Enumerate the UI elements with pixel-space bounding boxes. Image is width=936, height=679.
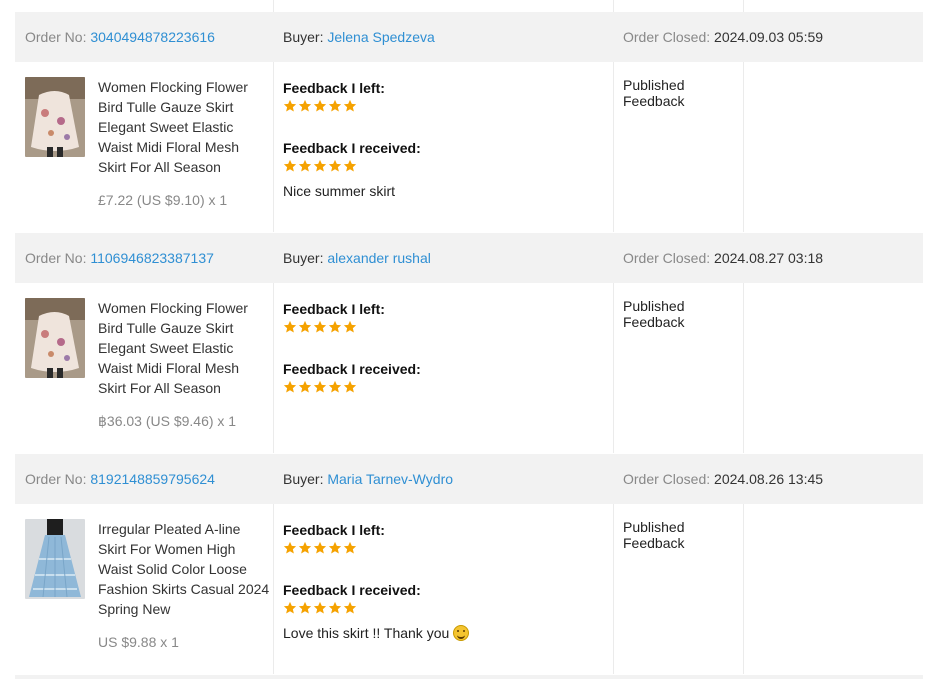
order-closed: Order Closed: 2024.08.27 03:18	[623, 250, 824, 266]
star-icon	[298, 380, 312, 393]
order-number: Order No: 1106946823387137	[25, 250, 214, 266]
star-icon	[283, 159, 297, 172]
buyer: Buyer: Jelena Spedzeva	[283, 29, 435, 45]
star-icon	[283, 380, 297, 393]
star-icon	[343, 320, 357, 333]
buyer-link[interactable]: Jelena Spedzeva	[327, 29, 434, 45]
star-rating	[283, 159, 603, 175]
star-icon	[328, 159, 342, 172]
buyer-link[interactable]: Maria Tarnev-Wydro	[327, 471, 453, 487]
star-icon	[313, 601, 327, 614]
product-title-link[interactable]: Irregular Pleated A-line Skirt For Women…	[98, 519, 270, 619]
order-card: Order No: 8192148859795624 Buyer: Maria …	[15, 454, 923, 675]
star-icon	[298, 601, 312, 614]
order-number-link[interactable]: 8192148859795624	[90, 471, 215, 487]
feedback-status: Published Feedback	[623, 519, 685, 551]
order-number: Order No: 8192148859795624	[25, 471, 215, 487]
product-thumbnail[interactable]	[25, 519, 85, 599]
order-closed-date: 2024.09.03 05:59	[714, 29, 824, 45]
product-title-link[interactable]: Women Flocking Flower Bird Tulle Gauze S…	[98, 77, 270, 177]
feedback-left: Feedback I left:	[283, 79, 603, 115]
product-price: ฿36.03 (US $9.46) x 1	[98, 413, 237, 429]
order-body: Irregular Pleated A-line Skirt For Women…	[15, 504, 923, 675]
previous-row-tail	[15, 0, 923, 12]
star-rating	[283, 320, 603, 336]
star-icon	[313, 380, 327, 393]
feedback-left: Feedback I left:	[283, 300, 603, 336]
star-icon	[343, 380, 357, 393]
feedback-status: Published Feedback	[623, 298, 685, 330]
star-icon	[328, 320, 342, 333]
star-icon	[313, 541, 327, 554]
star-icon	[283, 99, 297, 112]
order-card: Order No: 1106946823387137 Buyer: alexan…	[15, 233, 923, 454]
order-closed: Order Closed: 2024.08.26 13:45	[623, 471, 824, 487]
order-number-link[interactable]: 3040494878223616	[90, 29, 215, 45]
star-icon	[313, 99, 327, 112]
product-price: £7.22 (US $9.10) x 1	[98, 192, 228, 208]
star-icon	[298, 159, 312, 172]
feedback-received: Feedback I received: Love this skirt !! …	[283, 581, 603, 642]
order-body: Women Flocking Flower Bird Tulle Gauze S…	[15, 62, 923, 233]
feedback-left: Feedback I left:	[283, 521, 603, 557]
buyer: Buyer: Maria Tarnev-Wydro	[283, 471, 454, 487]
star-icon	[328, 601, 342, 614]
product-thumbnail[interactable]	[25, 77, 85, 157]
buyer-link[interactable]: alexander rushal	[327, 250, 431, 266]
feedback-received: Feedback I received:	[283, 360, 603, 396]
order-header: Order No: 3040494878223616 Buyer: Jelena…	[15, 12, 923, 62]
order-number-link[interactable]: 1106946823387137	[90, 250, 214, 266]
order-header: Order No: 1106946823387137 Buyer: alexan…	[15, 233, 923, 283]
star-icon	[328, 380, 342, 393]
star-icon	[283, 601, 297, 614]
order-closed-date: 2024.08.26 13:45	[714, 471, 824, 487]
smiling-face-icon	[453, 625, 470, 641]
feedback-received: Feedback I received: Nice summer skirt	[283, 139, 603, 200]
product-price: US $9.88 x 1	[98, 634, 179, 650]
star-icon	[343, 601, 357, 614]
order-header: Order No: 8192148859795624 Buyer: Maria …	[15, 454, 923, 504]
feedback-comment: Love this skirt !! Thank you	[283, 624, 603, 642]
star-icon	[298, 320, 312, 333]
product-title-link[interactable]: Women Flocking Flower Bird Tulle Gauze S…	[98, 298, 270, 398]
star-rating	[283, 99, 603, 115]
star-rating	[283, 541, 603, 557]
star-rating	[283, 380, 603, 396]
star-icon	[283, 320, 297, 333]
buyer: Buyer: alexander rushal	[283, 250, 431, 266]
star-icon	[328, 541, 342, 554]
order-body: Women Flocking Flower Bird Tulle Gauze S…	[15, 283, 923, 454]
star-icon	[313, 320, 327, 333]
feedback-status: Published Feedback	[623, 77, 685, 109]
star-icon	[313, 159, 327, 172]
star-rating	[283, 601, 603, 617]
next-order-header-edge	[15, 675, 923, 679]
star-icon	[343, 159, 357, 172]
star-icon	[328, 99, 342, 112]
order-number: Order No: 3040494878223616	[25, 29, 215, 45]
star-icon	[298, 99, 312, 112]
product-thumbnail[interactable]	[25, 298, 85, 378]
order-closed: Order Closed: 2024.09.03 05:59	[623, 29, 824, 45]
star-icon	[343, 99, 357, 112]
star-icon	[343, 541, 357, 554]
feedback-comment: Nice summer skirt	[283, 183, 396, 199]
order-closed-date: 2024.08.27 03:18	[714, 250, 824, 266]
star-icon	[283, 541, 297, 554]
star-icon	[298, 541, 312, 554]
order-card: Order No: 3040494878223616 Buyer: Jelena…	[15, 12, 923, 233]
